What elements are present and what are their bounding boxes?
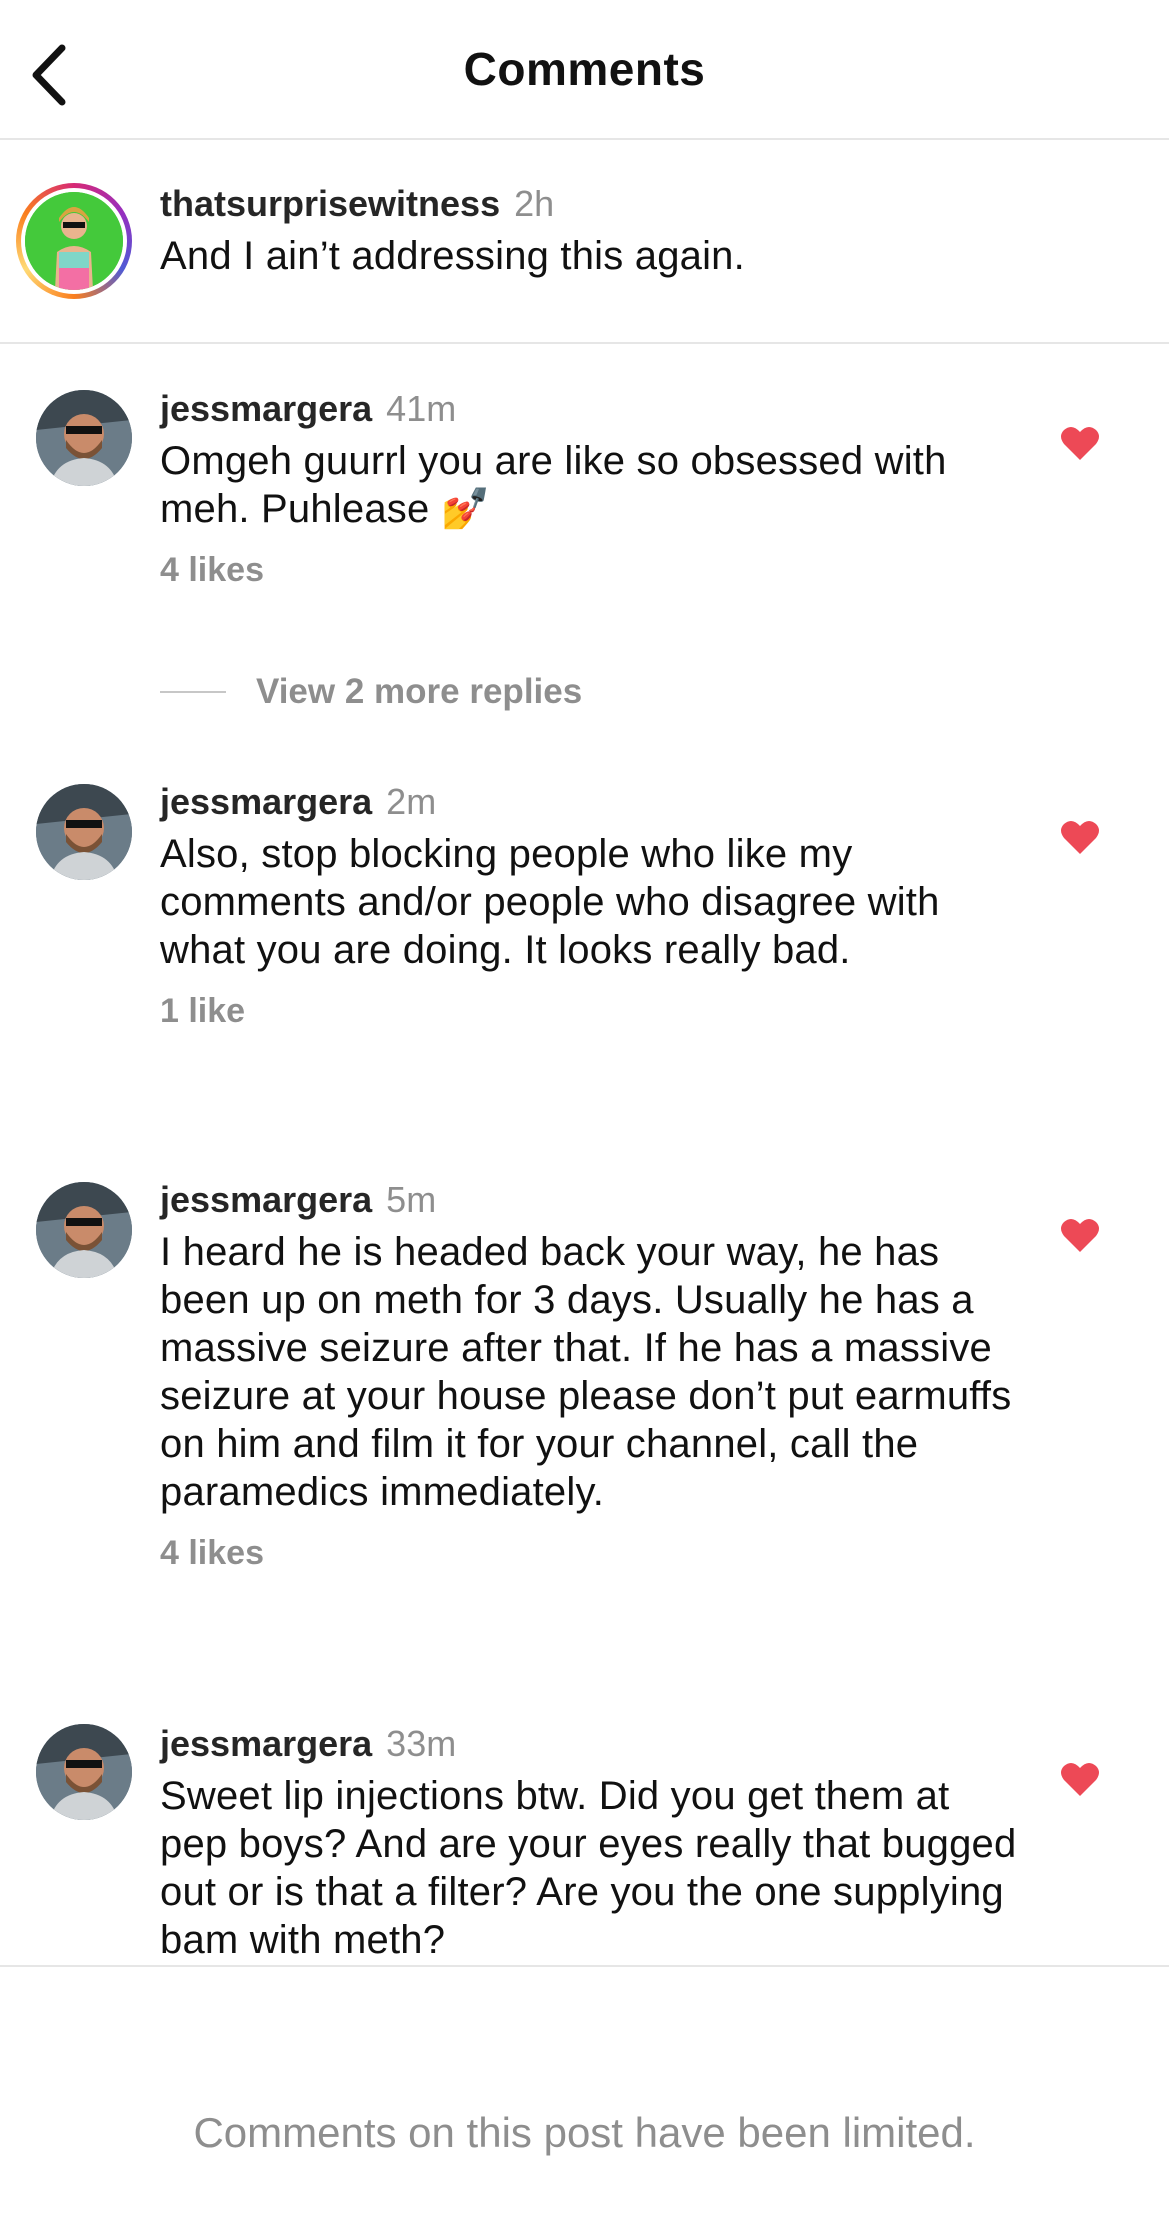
post-caption: thatsurprisewitness 2h And I ain’t addre… (0, 140, 1169, 344)
comment-username[interactable]: jessmargera (160, 1723, 372, 1764)
reply-thread-line (160, 691, 226, 693)
comment-text: Sweet lip injections btw. Did you get th… (160, 1774, 1017, 1962)
comment-timestamp: 2m (386, 781, 437, 822)
view-more-replies-label: View 2 more replies (256, 672, 583, 711)
avatar[interactable] (36, 1182, 132, 1278)
header-bar: Comments (0, 0, 1169, 140)
comment-timestamp: 41m (386, 388, 457, 429)
avatar[interactable] (36, 784, 132, 880)
heart-icon (1061, 1762, 1099, 1796)
avatar[interactable] (36, 1724, 132, 1820)
caption-timestamp: 2h (514, 183, 555, 224)
comments-list[interactable]: jessmargera 41m Omgeh guurrl you are lik… (0, 344, 1169, 1965)
comment-username[interactable]: jessmargera (160, 781, 372, 822)
comment-likes[interactable]: 1 like (160, 992, 1020, 1031)
like-button[interactable] (1060, 424, 1100, 462)
comment-text: Also, stop blocking people who like my c… (160, 832, 940, 972)
heart-icon (1061, 1218, 1099, 1252)
avatar[interactable] (36, 390, 132, 486)
caption-text: And I ain’t addressing this again. (160, 234, 745, 278)
like-button[interactable] (1060, 818, 1100, 856)
comments-limited-notice: Comments on this post have been limited. (193, 2109, 976, 2156)
comment-timestamp: 5m (386, 1179, 437, 1220)
comment-username[interactable]: jessmargera (160, 1179, 372, 1220)
comment-timestamp: 33m (386, 1723, 457, 1764)
heart-icon (1061, 426, 1099, 460)
comment-text: I heard he is headed back your way, he h… (160, 1230, 1012, 1514)
comment-likes[interactable]: 4 likes (160, 551, 1020, 590)
heart-icon (1061, 820, 1099, 854)
avatar-photo (25, 192, 123, 290)
caption-avatar[interactable] (16, 183, 132, 299)
page-title: Comments (463, 43, 706, 95)
comment-likes[interactable]: 4 likes (160, 1534, 1020, 1573)
comment-username[interactable]: jessmargera (160, 388, 372, 429)
like-button[interactable] (1060, 1216, 1100, 1254)
view-more-replies-button[interactable]: View 2 more replies (160, 668, 582, 716)
comment-text: Omgeh guurrl you are like so obsessed wi… (160, 439, 947, 531)
like-button[interactable] (1060, 1760, 1100, 1798)
caption-username[interactable]: thatsurprisewitness (160, 183, 500, 224)
comments-limited-bar: Comments on this post have been limited. (0, 1965, 1169, 2215)
